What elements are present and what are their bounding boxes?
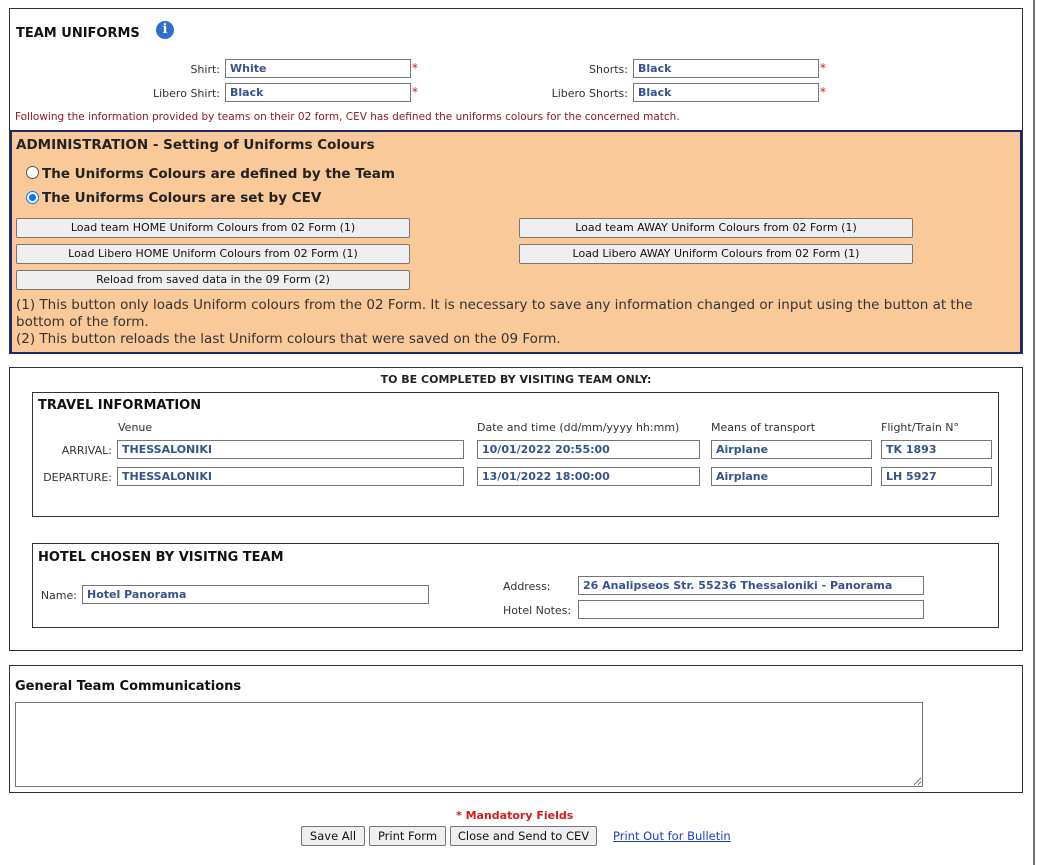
departure-venue-field[interactable]: THESSALONIKI	[117, 467, 464, 486]
libero-shorts-field[interactable]: Black	[633, 83, 819, 102]
shorts-label: Shorts:	[589, 63, 628, 76]
admin-note-1: (1) This button only loads Uniform colou…	[16, 297, 973, 330]
print-form-button[interactable]: Print Form	[369, 826, 446, 846]
required-mark: *	[412, 85, 418, 99]
team-uniforms-title: TEAM UNIFORMS	[16, 26, 140, 41]
hotel-notes-field[interactable]	[578, 600, 924, 619]
visiting-heading: TO BE COMPLETED BY VISITING TEAM ONLY:	[380, 373, 652, 386]
print-bulletin-link[interactable]: Print Out for Bulletin	[613, 829, 731, 843]
arrival-label: ARRIVAL:	[61, 444, 112, 457]
shirt-field[interactable]: White	[225, 59, 411, 78]
departure-means-field[interactable]: Airplane	[711, 467, 872, 486]
admin-title: ADMINISTRATION - Setting of Uniforms Col…	[16, 137, 375, 153]
radio-defined-by-team[interactable]	[26, 166, 39, 179]
load-libero-away-button[interactable]: Load Libero AWAY Uniform Colours from 02…	[519, 244, 913, 264]
travel-title: TRAVEL INFORMATION	[38, 398, 202, 413]
required-mark: *	[820, 85, 826, 99]
mandatory-fields-note: * Mandatory Fields	[456, 809, 574, 822]
hotel-title: HOTEL CHOSEN BY VISITNG TEAM	[38, 550, 284, 565]
required-mark: *	[412, 61, 418, 75]
shorts-field[interactable]: Black	[633, 59, 819, 78]
col-means: Means of transport	[711, 421, 816, 434]
communications-textarea[interactable]	[15, 702, 923, 787]
hotel-name-label: Name:	[40, 589, 77, 602]
shirt-label: Shirt:	[190, 63, 220, 76]
arrival-date-field[interactable]: 10/01/2022 20:55:00	[477, 440, 700, 459]
window-edge	[1033, 0, 1035, 865]
communications-title: General Team Communications	[15, 679, 242, 694]
libero-shorts-label: Libero Shorts:	[551, 87, 628, 100]
reload-saved-button[interactable]: Reload from saved data in the 09 Form (2…	[16, 270, 410, 290]
col-date: Date and time (dd/mm/yyyy hh:mm)	[477, 421, 680, 434]
close-send-button[interactable]: Close and Send to CEV	[450, 826, 597, 846]
hotel-address-field[interactable]: 26 Analipseos Str. 55236 Thessaloniki - …	[578, 576, 924, 595]
load-home-button[interactable]: Load team HOME Uniform Colours from 02 F…	[16, 218, 410, 238]
load-away-button[interactable]: Load team AWAY Uniform Colours from 02 F…	[519, 218, 913, 238]
hotel-address-label: Address:	[503, 580, 551, 593]
uniforms-info-text: Following the information provided by te…	[15, 111, 680, 123]
arrival-venue-field[interactable]: THESSALONIKI	[117, 440, 464, 459]
col-venue: Venue	[118, 421, 153, 434]
info-icon[interactable]: i	[156, 21, 174, 39]
libero-shirt-label: Libero Shirt:	[153, 87, 220, 100]
load-libero-home-button[interactable]: Load Libero HOME Uniform Colours from 02…	[16, 244, 410, 264]
departure-flight-field[interactable]: LH 5927	[881, 467, 992, 486]
libero-shirt-field[interactable]: Black	[225, 83, 411, 102]
radio-team-label[interactable]: The Uniforms Colours are defined by the …	[42, 166, 395, 182]
arrival-means-field[interactable]: Airplane	[711, 440, 872, 459]
hotel-name-field[interactable]: Hotel Panorama	[82, 585, 429, 604]
radio-set-by-cev[interactable]	[26, 191, 39, 204]
arrival-flight-field[interactable]: TK 1893	[881, 440, 992, 459]
col-flight: Flight/Train N°	[881, 421, 960, 434]
required-mark: *	[820, 61, 826, 75]
hotel-notes-label: Hotel Notes:	[503, 604, 572, 617]
admin-note-2: (2) This button reloads the last Uniform…	[16, 331, 561, 347]
save-all-button[interactable]: Save All	[301, 826, 365, 846]
departure-date-field[interactable]: 13/01/2022 18:00:00	[477, 467, 700, 486]
radio-cev-label[interactable]: The Uniforms Colours are set by CEV	[42, 190, 321, 206]
departure-label: DEPARTURE:	[43, 471, 112, 484]
